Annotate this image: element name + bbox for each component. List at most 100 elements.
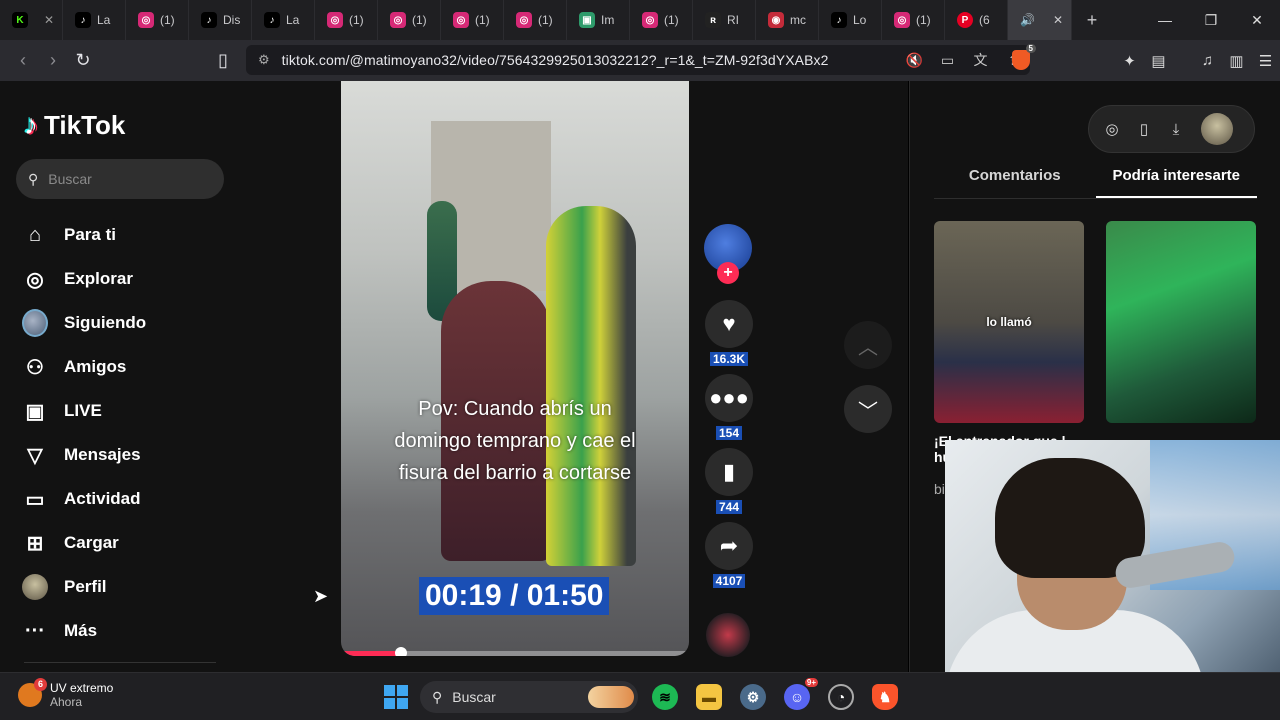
suggested-video-thumb[interactable]: lo llamó [934,221,1084,423]
reload-icon[interactable]: ↻ [68,50,98,71]
sidebar-item-para-ti[interactable]: ⌂ Para ti [22,213,146,257]
tab-label: Dis [223,13,241,27]
settings-icon[interactable]: ⚙ [740,684,766,710]
comment-action[interactable]: ●●● 154 [704,374,754,440]
music-disc-icon[interactable] [706,613,750,657]
share-arrow-icon[interactable]: ➦ [705,522,753,570]
address-bar[interactable]: ⚙ tiktok.com/@matimoyano32/video/7564329… [246,45,1030,75]
speaker-icon[interactable]: 🔊 [1020,13,1035,27]
tab-instagram-6[interactable]: ◎ (1) [630,0,693,40]
tab-instagram-7[interactable]: ◎ (1) [882,0,945,40]
search-input[interactable]: ⚲ Buscar [16,159,224,199]
tab-podria-interesarte[interactable]: Podría interesarte [1095,167,1257,198]
target-icon: ◉ [768,12,784,28]
tab-rhythm[interactable]: ʀ RI [693,0,756,40]
share-action[interactable]: ➦ 4107 [704,522,754,588]
sidebar-item-siguiendo[interactable]: Siguiendo [22,301,146,345]
sidebar-toggle-icon[interactable]: ▥ [1222,52,1251,70]
notif-title: UV extremo [50,681,114,695]
sidebar-item-label: Actividad [64,489,141,508]
tab-instagram-5[interactable]: ◎ (1) [504,0,567,40]
bookmark-icon[interactable]: ▯ [208,50,238,71]
suggested-video-author[interactable]: bi [934,481,945,497]
discord-icon[interactable]: ☺ 9+ [784,678,818,710]
like-action[interactable]: ♥ 16.3K [704,300,754,366]
divider [24,662,216,663]
caption-line: fisura del barrio a cortarse [398,462,632,484]
tab-instagram-3[interactable]: ◎ (1) [378,0,441,40]
user-avatar[interactable] [1201,113,1233,145]
tab-instagram-4[interactable]: ◎ (1) [441,0,504,40]
tab-image[interactable]: ▣ Im [567,0,630,40]
wallet-icon[interactable]: ▤ [1144,52,1173,70]
tab-active[interactable]: 🔊 ✕ [1008,0,1072,40]
sidebar-item-mas[interactable]: ··· Más [22,609,146,653]
tiktok-coin-icon[interactable]: ◎ [1101,120,1123,138]
tab-tiktok-4[interactable]: ♪ Lo [819,0,882,40]
tiktok-logo[interactable]: ♪ TikTok [24,109,125,141]
heart-icon[interactable]: ♥ [705,300,753,348]
previous-video-button[interactable]: ︿ [844,321,892,369]
tab-close-icon[interactable]: ✕ [44,13,54,27]
extensions-icon[interactable]: ✦ [1115,52,1144,70]
taskbar-search[interactable]: ⚲ Buscar [420,681,638,713]
sidebar-item-amigos[interactable]: ⚇ Amigos [22,345,146,389]
tab-comentarios[interactable]: Comentarios [934,167,1096,198]
minimize-icon[interactable]: — [1142,0,1188,40]
next-video-button[interactable]: ﹀ [844,385,892,433]
tab-tiktok-2[interactable]: ♪ Dis [189,0,252,40]
taskbar: 6 UV extremo Ahora ⚲ Buscar ≋ ▬ ⚙ ☺ 9+ ◔ … [0,672,1280,720]
forward-icon[interactable]: › [38,50,68,71]
maximize-icon[interactable]: ❐ [1188,0,1234,40]
audio-off-icon[interactable]: 🔇 [898,52,931,69]
video-player[interactable]: Pov: Cuando abrís un domingo temprano y … [341,81,689,656]
instagram-icon: ◎ [453,12,469,28]
tab-pinterest[interactable]: P (6 [945,0,1008,40]
instagram-icon: ◎ [516,12,532,28]
sidebar-item-explorar[interactable]: ◎ Explorar [22,257,146,301]
tiktok-icon: ♪ [201,12,217,28]
tab-tiktok-3[interactable]: ♪ La [252,0,315,40]
sidebar-item-label: Explorar [64,269,133,288]
tiktok-icon: ♪ [75,12,91,28]
progress-knob[interactable] [395,647,408,656]
tab-close-icon[interactable]: ✕ [1053,13,1063,27]
suggested-video-thumb[interactable] [1106,221,1256,423]
video-progress-bar[interactable] [341,647,689,656]
tab-kick[interactable]: K ✕ [0,0,63,40]
sidebar-item-mensajes[interactable]: ▽ Mensajes [22,433,146,477]
translate-icon[interactable]: 文 [964,50,997,70]
save-action[interactable]: ▮ 744 [704,448,754,514]
tab-instagram-2[interactable]: ◎ (1) [315,0,378,40]
kick-icon: K [12,12,28,28]
windows-start-icon[interactable] [384,685,408,709]
brave-icon[interactable]: ♞ [872,684,898,710]
sidebar-item-actividad[interactable]: ▭ Actividad [22,477,146,521]
download-icon[interactable]: ⤓ [1165,121,1187,138]
obs-icon[interactable]: ◔ [828,684,854,710]
sidebar-item-cargar[interactable]: ⊞ Cargar [22,521,146,565]
url-text[interactable]: tiktok.com/@matimoyano32/video/756432992… [282,52,898,68]
sidebar-item-perfil[interactable]: Perfil [22,565,146,609]
media-icon[interactable]: ♫ [1193,52,1222,69]
bookmark-icon[interactable]: ▮ [705,448,753,496]
file-explorer-icon[interactable]: ▬ [696,684,722,710]
menu-icon[interactable]: ☰ [1251,52,1280,70]
follow-plus-icon[interactable]: + [717,262,739,284]
weather-notification[interactable]: 6 UV extremo Ahora [18,678,114,709]
tab-label: Lo [853,13,867,27]
phone-icon[interactable]: ▯ [1133,120,1155,138]
brave-shield-icon[interactable]: 5 [1012,44,1036,70]
site-settings-icon[interactable]: ⚙ [258,52,270,68]
comment-icon[interactable]: ●●● [705,374,753,422]
back-icon[interactable]: ‹ [8,50,38,71]
sidebar-item-live[interactable]: ▣ LIVE [22,389,146,433]
spotify-icon[interactable]: ≋ [652,684,678,710]
close-window-icon[interactable]: ✕ [1234,0,1280,40]
tab-instagram-1[interactable]: ◎ (1) [126,0,189,40]
cast-icon[interactable]: ▭ [931,52,964,69]
window-controls: — ❐ ✕ [1142,0,1280,40]
tab-tiktok-1[interactable]: ♪ La [63,0,126,40]
new-tab-button[interactable]: + [1072,10,1112,31]
tab-target[interactable]: ◉ mc [756,0,819,40]
